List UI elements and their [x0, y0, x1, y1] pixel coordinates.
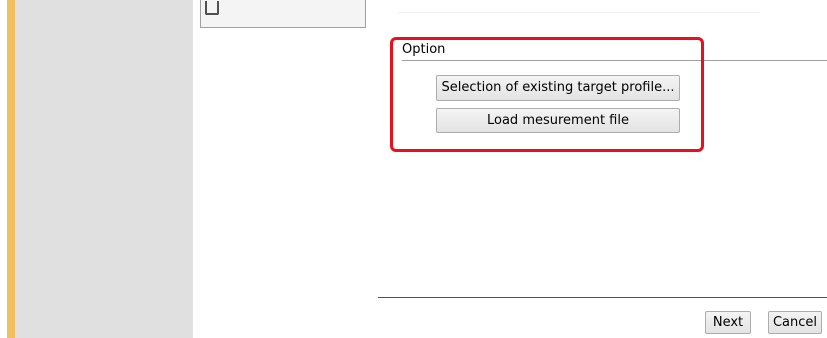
top-divider	[398, 12, 760, 13]
load-measurement-file-button[interactable]: Load mesurement file	[436, 108, 680, 133]
left-accent-bar	[7, 0, 15, 338]
next-button[interactable]: Next	[705, 311, 751, 334]
cancel-button[interactable]: Cancel	[768, 311, 822, 334]
checkbox-icon[interactable]	[205, 1, 219, 15]
select-existing-target-profile-button[interactable]: Selection of existing target profile...	[436, 75, 680, 101]
left-panel	[15, 0, 193, 338]
top-partial-box	[200, 0, 366, 28]
footer-divider	[378, 297, 827, 298]
